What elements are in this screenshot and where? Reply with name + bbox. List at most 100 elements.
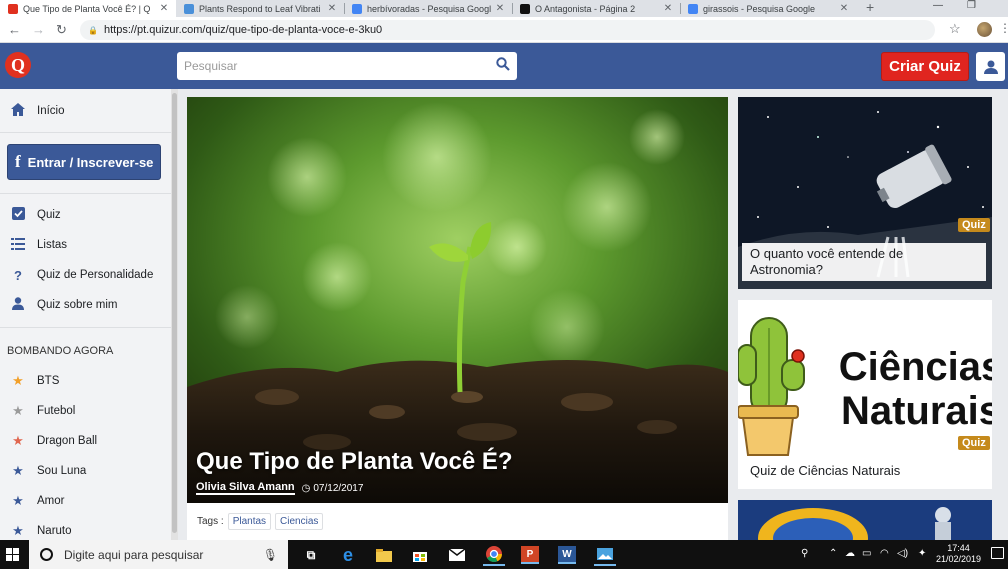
search-icon[interactable]	[489, 57, 517, 75]
divider	[0, 327, 171, 328]
forward-icon[interactable]: →	[32, 22, 45, 37]
trending-label: Futebol	[37, 405, 76, 417]
search-input[interactable]	[177, 52, 489, 80]
sidebar-item-listas[interactable]: Listas	[0, 230, 171, 260]
tray-overflow-icon[interactable]: ⌃	[829, 548, 837, 559]
google-icon	[688, 3, 698, 14]
sidebar-scrollbar[interactable]	[171, 89, 178, 540]
edge-icon[interactable]: e	[337, 544, 359, 566]
antagonista-icon	[520, 3, 530, 14]
browser-tab[interactable]: Plants Respond to Leaf Vibrati ✕	[176, 0, 344, 17]
bookmark-star-icon[interactable]: ☆	[949, 21, 961, 37]
cactus-illustration: Ciências Naturais	[738, 300, 992, 460]
related-quiz-title: O quanto você entende de Astronomia?	[742, 243, 986, 281]
tab-close-icon[interactable]: ✕	[494, 3, 506, 14]
tab-title: O Antagonista - Página 2	[535, 3, 636, 14]
url-text: https://pt.quizur.com/quiz/que-tipo-de-p…	[103, 24, 383, 36]
trending-item[interactable]: ★ Naruto	[0, 516, 171, 540]
profile-avatar[interactable]	[977, 22, 992, 37]
taskbar-clock[interactable]: 17:44 21/02/2019	[936, 543, 981, 565]
task-view-icon[interactable]: ⧉	[300, 544, 322, 566]
create-quiz-button[interactable]: Criar Quiz	[881, 52, 969, 81]
wifi-icon[interactable]: ◠	[880, 548, 889, 559]
minimize-icon[interactable]: —	[933, 0, 943, 11]
network-icon[interactable]: ▭	[862, 548, 871, 559]
store-icon[interactable]	[409, 544, 431, 566]
chrome-menu-icon[interactable]: ⋮	[999, 21, 1008, 35]
login-label: Entrar / Inscrever-se	[27, 154, 154, 170]
tag-link[interactable]: Ciencias	[275, 513, 324, 530]
sidebar-item-sobre-mim[interactable]: Quiz sobre mim	[0, 290, 171, 320]
taskbar-search[interactable]: Digite aqui para pesquisar 🎙	[29, 540, 288, 569]
card-art-text: Ciências	[839, 345, 992, 389]
browser-tab[interactable]: Que Tipo de Planta Você É? | Q ✕	[0, 0, 176, 17]
tab-close-icon[interactable]: ✕	[662, 3, 674, 14]
quiz-meta: Olivia Silva Amann ◷ 07/12/2017	[196, 481, 363, 495]
trending-item[interactable]: ★ Amor	[0, 486, 171, 516]
star-icon: ★	[12, 523, 24, 538]
quiz-hero-image[interactable]: Que Tipo de Planta Você É? Olivia Silva …	[187, 97, 728, 503]
dropbox-icon[interactable]: ✦	[918, 548, 926, 559]
maximize-icon[interactable]: ❐	[967, 0, 976, 11]
facebook-icon: f	[15, 152, 21, 171]
tab-title: herbívoradas - Pesquisa Googl	[367, 3, 492, 14]
address-bar-row: ← → ↻ 🔒 https://pt.quizur.com/quiz/que-t…	[0, 17, 1008, 43]
mail-icon[interactable]	[446, 544, 468, 566]
new-tab-button[interactable]: +	[866, 0, 874, 15]
card-art-text: Naturais	[841, 389, 992, 433]
browser-tab-strip: Que Tipo de Planta Você É? | Q ✕ Plants Re…	[0, 0, 1008, 17]
trending-item[interactable]: ★ Sou Luna	[0, 456, 171, 486]
sidebar-item-personalidade[interactable]: ? Quiz de Personalidade	[0, 260, 171, 290]
trending-item[interactable]: ★ BTS	[0, 366, 171, 396]
volume-icon[interactable]: ◁)	[897, 548, 908, 559]
browser-tab[interactable]: herbívoradas - Pesquisa Googl ✕	[344, 0, 512, 17]
back-icon[interactable]: ←	[8, 22, 21, 37]
tab-separator	[680, 3, 681, 14]
file-explorer-icon[interactable]	[373, 544, 395, 566]
site-header: Q Criar Quiz	[0, 43, 1008, 89]
tab-title: Que Tipo de Planta Você É? | Q	[23, 3, 151, 14]
reload-icon[interactable]: ↻	[56, 22, 67, 38]
scrollbar-thumb[interactable]	[172, 93, 177, 533]
user-menu-button[interactable]	[976, 52, 1005, 81]
author-link[interactable]: Olivia Silva Amann	[196, 481, 295, 495]
sidebar-item-label: Listas	[37, 239, 68, 251]
sidebar-item-quiz[interactable]: Quiz	[0, 200, 171, 230]
photos-icon[interactable]	[594, 544, 616, 566]
sidebar-item-home[interactable]: Início	[0, 96, 171, 126]
trending-label: Dragon Ball	[37, 435, 98, 447]
trending-item[interactable]: ★ Dragon Ball	[0, 426, 171, 456]
site-search	[177, 52, 517, 80]
windows-start-icon[interactable]	[6, 548, 19, 561]
tab-close-icon[interactable]: ✕	[326, 3, 338, 14]
url-field[interactable]: 🔒 https://pt.quizur.com/quiz/que-tipo-de…	[80, 20, 935, 40]
action-center-icon[interactable]	[991, 547, 1004, 559]
taskbar-search-placeholder: Digite aqui para pesquisar	[64, 547, 204, 562]
tag-link[interactable]: Plantas	[227, 513, 272, 530]
trending-item[interactable]: ★ Futebol	[0, 396, 171, 426]
browser-tab[interactable]: O Antagonista - Página 2 ✕	[512, 0, 680, 17]
quizur-logo[interactable]: Q	[5, 52, 31, 78]
powerpoint-icon[interactable]: P	[521, 546, 539, 564]
tags-bar: Tags : Plantas Ciencias	[187, 503, 728, 540]
tab-title: girassois - Pesquisa Google	[703, 3, 816, 14]
check-square-icon	[10, 207, 26, 223]
star-icon: ★	[12, 463, 24, 478]
related-quiz-card[interactable]: Ciências Naturais Quiz Quiz de Ciências …	[738, 300, 992, 489]
microphone-icon[interactable]: 🎙	[263, 548, 278, 562]
sidebar-item-label: Início	[37, 105, 65, 117]
browser-tab[interactable]: girassois - Pesquisa Google ✕	[680, 0, 856, 17]
question-icon: ?	[14, 267, 22, 283]
people-icon[interactable]: ⚲	[801, 548, 808, 559]
word-icon[interactable]: W	[558, 546, 576, 564]
related-quiz-title: Quiz de Ciências Naturais	[750, 463, 901, 478]
trending-heading: BOMBANDO AGORA	[7, 345, 114, 357]
sidebar-item-label: Quiz sobre mim	[37, 299, 118, 311]
tab-close-icon[interactable]: ✕	[838, 3, 850, 14]
onedrive-icon[interactable]: ☁	[845, 548, 855, 559]
related-quiz-card[interactable]: Quiz O quanto você entende de Astronomia…	[738, 97, 992, 289]
chrome-icon[interactable]	[483, 544, 505, 566]
facebook-login-button[interactable]: f Entrar / Inscrever-se	[7, 144, 161, 180]
tab-close-icon[interactable]: ✕	[158, 3, 170, 14]
related-quiz-card[interactable]	[738, 500, 992, 540]
